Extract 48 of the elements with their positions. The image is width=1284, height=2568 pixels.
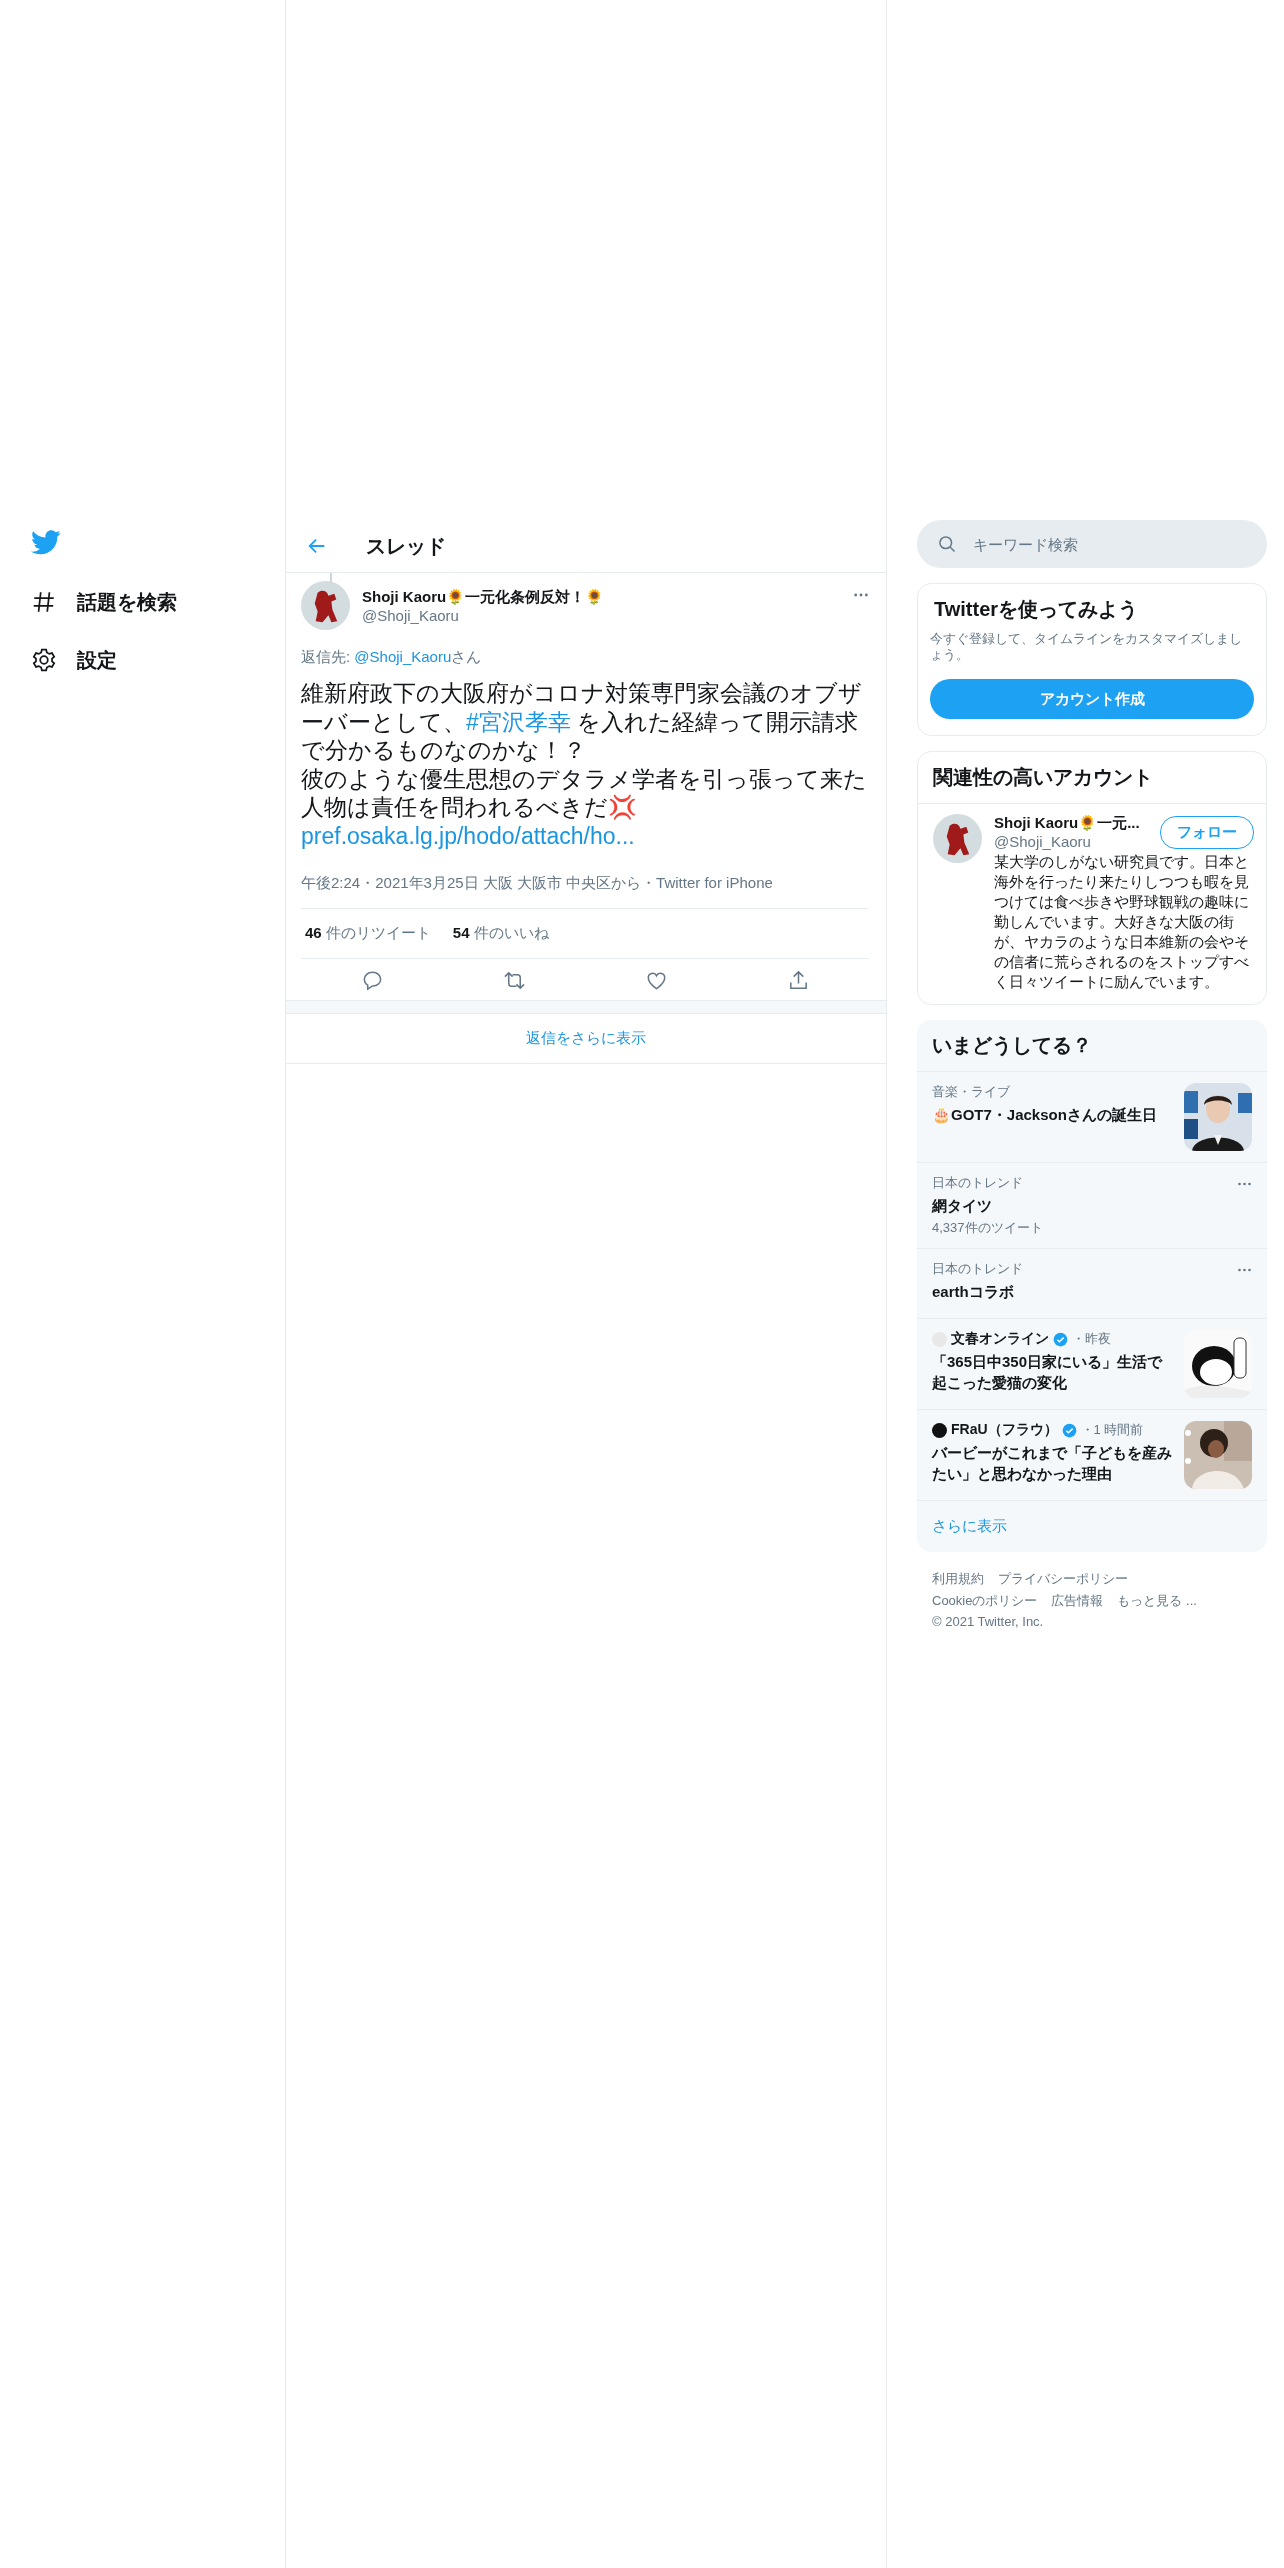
source-logo-icon: [932, 1422, 947, 1438]
tweet-text: 彼のような優生思想のデタラメ学者を引っ張って来た人物は責任を問われるべきだ💢: [301, 764, 868, 822]
mention-link[interactable]: @Shoji_Kaoru: [354, 648, 452, 665]
trend-item[interactable]: 音楽・ライブ 🎂GOT7・Jacksonさんの誕生日: [917, 1071, 1267, 1162]
more-icon[interactable]: [853, 593, 869, 597]
url-link[interactable]: pref.osaka.lg.jp/hodo/attach/ho...: [301, 822, 635, 849]
card-title: いまどうしてる？: [931, 1033, 1093, 1058]
bird-logo-icon[interactable]: [31, 530, 61, 555]
footer-link[interactable]: プライバシーポリシー: [998, 1570, 1128, 1588]
account-bio: 某大学のしがない研究員です。日本と海外を行ったり来たりしつつも暇を見つけては食べ歩きや野球観戦の趣味に勤しんでいます。大好きな大阪の街が、ヤカラのような日本維新の会やその信者に荒らされるのをストップすべく日々ツイートに励んでいます。: [994, 852, 1250, 992]
author-name[interactable]: Shoji Kaoru🌻一元化条例反対！🌻: [362, 587, 853, 607]
copyright-text: © 2021 Twitter, Inc.: [932, 1614, 1045, 1629]
follow-button[interactable]: フォロー: [1160, 815, 1254, 849]
show-more-link[interactable]: さらに表示: [917, 1500, 1267, 1552]
trend-item[interactable]: 文春オンライン ・昨夜 「365日中350日家にいる」生活で起こった愛猫の変化: [917, 1318, 1267, 1409]
settings-icon: [31, 647, 57, 673]
search-field[interactable]: キーワード検索: [917, 520, 1267, 568]
hashtag-link[interactable]: #宮沢孝幸: [466, 708, 571, 735]
footer-link[interactable]: 広告情報: [1051, 1592, 1104, 1610]
search-icon: [937, 534, 957, 554]
card-text: 今すぐ登録して、タイムラインをカスタマイズしましょう。: [930, 631, 1243, 663]
stat-link[interactable]: 54 件のいいね: [452, 924, 549, 943]
more-icon[interactable]: [1237, 1268, 1252, 1272]
hashtag-icon: [31, 589, 57, 615]
retweet-icon[interactable]: [502, 969, 526, 992]
create-account-button[interactable]: アカウント作成: [930, 679, 1254, 719]
card-title: Twitterを使ってみよう: [933, 597, 1140, 622]
tweet-meta: 午後2:24・2021年3月25日 大阪 大阪市 中央区から・Twitter for iPhone: [301, 874, 869, 909]
trend-item[interactable]: 日本のトレンド earthコラボ: [917, 1248, 1267, 1318]
trend-item[interactable]: 日本のトレンド 網タイツ 4,337件のツイート: [917, 1162, 1267, 1248]
footer-link[interactable]: Cookieのポリシー: [932, 1592, 1038, 1610]
avatar[interactable]: [933, 814, 982, 863]
card-title: 関連性の高いアカウント: [918, 752, 1266, 804]
footer-link[interactable]: 利用規約: [932, 1570, 984, 1588]
page-title: スレッド: [366, 533, 446, 559]
more-icon[interactable]: [1237, 1182, 1252, 1186]
author-handle[interactable]: @Shoji_Kaoru: [362, 606, 853, 624]
account-handle[interactable]: @Shoji_Kaoru: [994, 833, 1154, 850]
tweet-text: 維新府政下の大阪府がコロナ対策専門家会議のオブザーバーとして、#宮沢孝幸 を入れた経緯って開示請求で分かるものなのかな！？: [301, 679, 863, 765]
nav-item[interactable]: 話題を検索: [31, 573, 285, 631]
stat-link[interactable]: 46 件のリツイート: [305, 924, 431, 943]
nav-item[interactable]: 設定: [31, 631, 285, 689]
reply-to-text: 返信先: @Shoji_Kaoruさん: [301, 648, 483, 667]
trend-item[interactable]: FRaU（フラウ） ・1 時間前 バービーがこれまで「子どもを産みたい」と思わなかった理由: [917, 1409, 1267, 1500]
footer-link[interactable]: もっと見る ...: [1117, 1592, 1197, 1610]
show-more-replies-link[interactable]: 返信をさらに表示: [286, 1014, 886, 1064]
account-name[interactable]: Shoji Kaoru🌻一元...: [994, 814, 1154, 833]
avatar[interactable]: [301, 581, 350, 630]
